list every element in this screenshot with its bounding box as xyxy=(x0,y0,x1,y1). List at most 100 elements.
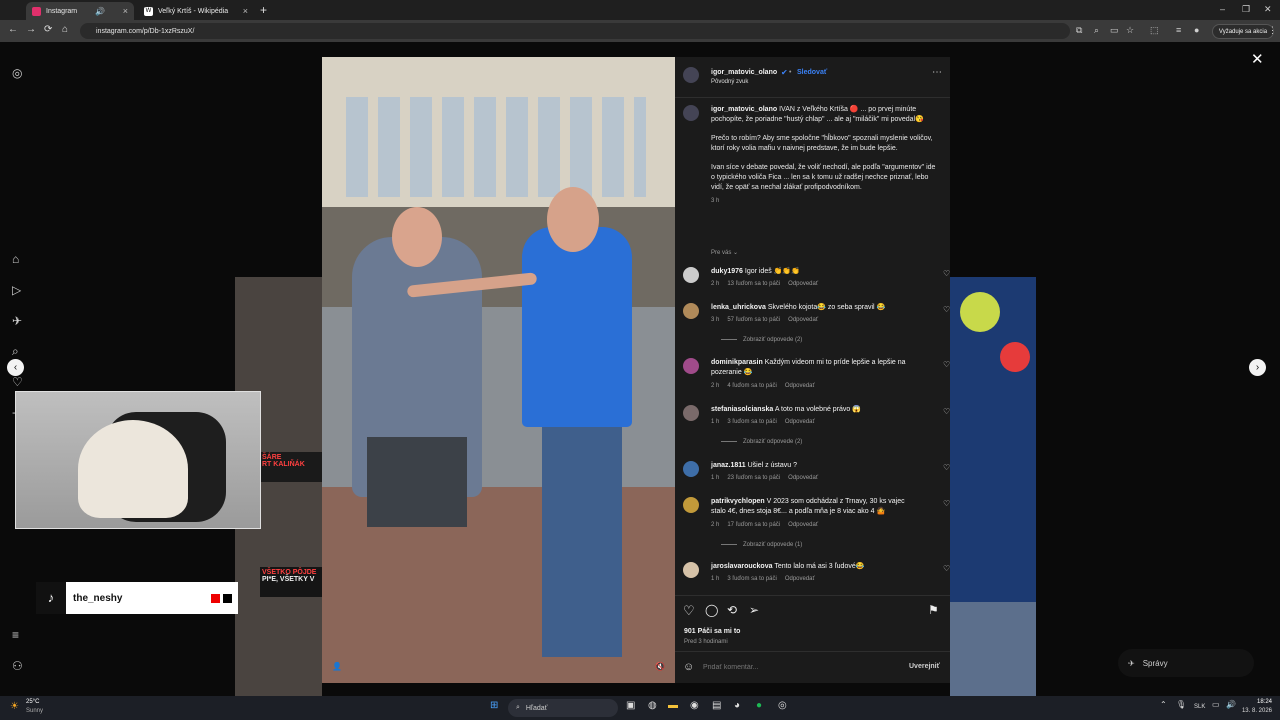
reply-button[interactable]: Odpovedať xyxy=(785,576,815,582)
home-icon[interactable]: ⌂ xyxy=(12,252,19,266)
task-view-icon[interactable]: ▣ xyxy=(626,700,635,711)
profile-avatar[interactable]: ● xyxy=(1194,25,1199,35)
comment-user[interactable]: stefaniasolcianska xyxy=(711,406,773,413)
comment-user[interactable]: duky1976 xyxy=(711,268,743,275)
obs-icon[interactable]: ◎ xyxy=(778,700,787,711)
chrome-icon[interactable]: ◉ xyxy=(690,700,699,711)
user-tag-icon[interactable]: 👤 xyxy=(332,662,342,671)
commenter-avatar[interactable] xyxy=(683,461,699,477)
comment-likes[interactable]: 3 ľuďom sa to páči xyxy=(727,419,776,425)
new-tab-icon[interactable]: + xyxy=(260,3,267,17)
browser-menu-icon[interactable]: ⋮ xyxy=(1268,25,1277,36)
commenter-avatar[interactable] xyxy=(683,562,699,578)
clock-date[interactable]: 13. 8. 2026 xyxy=(1232,708,1272,714)
reply-button[interactable]: Odpovedať xyxy=(788,281,818,287)
commenter-avatar[interactable] xyxy=(683,358,699,374)
discord-icon[interactable]: ◕ xyxy=(734,700,740,711)
media-control-icon[interactable]: ≡ xyxy=(1176,25,1181,35)
notifications-icon[interactable]: ♡ xyxy=(12,375,23,389)
messages-pill[interactable]: ✈ Správy xyxy=(1118,649,1254,677)
tray-chevron-icon[interactable]: ⌃ xyxy=(1160,700,1167,709)
commenter-avatar[interactable] xyxy=(683,497,699,513)
taskbar-search[interactable]: ⌕ Hľadať xyxy=(508,699,618,717)
audio-label[interactable]: Pôvodný zvuk xyxy=(711,79,748,85)
close-tab-icon[interactable]: × xyxy=(243,6,248,16)
network-icon[interactable]: ▭ xyxy=(1212,700,1220,709)
comment-filter-dropdown[interactable]: Pre vás ⌄ xyxy=(711,249,738,256)
bookmark-star-icon[interactable]: ☆ xyxy=(1126,25,1134,36)
url-field[interactable]: instagram.com/p/Db-1xzRszuX/ xyxy=(80,23,1070,39)
like-comment-icon[interactable]: ♡ xyxy=(943,407,950,416)
likes-count[interactable]: 901 Páči sa mi to xyxy=(684,628,740,635)
reply-button[interactable]: Odpovedať xyxy=(788,475,818,481)
comment-user[interactable]: jaroslavarouckova xyxy=(711,563,772,570)
extensions-icon[interactable]: ⬚ xyxy=(1150,25,1159,36)
caption-author-avatar[interactable] xyxy=(683,105,699,121)
follow-button[interactable]: Sledovať xyxy=(797,69,827,76)
comment-likes[interactable]: 13 ľuďom sa to páči xyxy=(727,281,780,287)
language-indicator[interactable]: SLK xyxy=(1194,704,1205,710)
comment-likes[interactable]: 57 ľuďom sa to páči xyxy=(727,317,780,323)
minimize-icon[interactable]: – xyxy=(1220,4,1225,14)
comment-user[interactable]: janaz.1811 xyxy=(711,462,746,469)
reply-button[interactable]: Odpovedať xyxy=(785,419,815,425)
like-comment-icon[interactable]: ♡ xyxy=(943,564,950,573)
like-comment-icon[interactable]: ♡ xyxy=(943,463,950,472)
tab-instagram[interactable]: Instagram 🔊 × xyxy=(26,2,134,20)
author-username[interactable]: igor_matovic_olano xyxy=(711,69,777,76)
comment-user[interactable]: lenka_uhrickova xyxy=(711,304,766,311)
close-window-icon[interactable]: ✕ xyxy=(1264,4,1272,15)
more-menu-icon[interactable]: ≡ xyxy=(12,628,19,642)
comment-user[interactable]: patrikvychlopen xyxy=(711,498,765,505)
comment-icon[interactable]: ◯ xyxy=(705,603,718,617)
comment-likes[interactable]: 3 ľuďom sa to páči xyxy=(727,576,776,582)
zoom-icon[interactable]: ⌕ xyxy=(1094,25,1099,36)
author-avatar[interactable] xyxy=(683,67,699,83)
post-video[interactable]: 👤 🔇 xyxy=(322,57,675,683)
tab-wikipedia[interactable]: W Veľký Krtíš - Wikipédia × xyxy=(138,2,254,20)
weather-temp[interactable]: 25°C xyxy=(26,699,39,705)
speaker-icon[interactable]: 🔊 xyxy=(95,7,105,16)
maximize-icon[interactable]: ❐ xyxy=(1242,4,1250,15)
like-comment-icon[interactable]: ♡ xyxy=(943,360,950,369)
emoji-icon[interactable]: ☺ xyxy=(683,661,694,673)
view-replies-button[interactable]: Zobraziť odpovede (2) xyxy=(721,337,802,343)
share-icon[interactable]: ➢ xyxy=(749,603,759,617)
like-comment-icon[interactable]: ♡ xyxy=(943,499,950,508)
mute-icon[interactable]: 🔇 xyxy=(655,662,665,671)
meta-icon[interactable]: ⚇ xyxy=(12,659,23,673)
instagram-logo-icon[interactable]: ◎ xyxy=(12,66,22,80)
reply-button[interactable]: Odpovedať xyxy=(788,317,818,323)
reels-icon[interactable]: ▷ xyxy=(12,283,21,297)
spotify-icon[interactable]: ● xyxy=(756,700,762,711)
save-bookmark-icon[interactable]: ⚑ xyxy=(928,603,939,617)
close-tab-icon[interactable]: × xyxy=(123,6,128,16)
reply-button[interactable]: Odpovedať xyxy=(785,383,815,389)
like-comment-icon[interactable]: ♡ xyxy=(943,269,950,278)
previous-post-button[interactable]: ‹ xyxy=(7,359,24,376)
windows-start-icon[interactable]: ⊞ xyxy=(490,700,498,711)
file-explorer-icon[interactable]: ▬ xyxy=(668,700,678,711)
back-icon[interactable]: ← xyxy=(8,24,18,35)
caption-author[interactable]: igor_matovic_olano xyxy=(711,106,777,113)
next-post-button[interactable]: › xyxy=(1249,359,1266,376)
clock-time[interactable]: 18:24 xyxy=(1238,699,1272,705)
comment-user[interactable]: dominikparasin xyxy=(711,359,763,366)
folder-icon[interactable]: ▤ xyxy=(712,700,721,711)
more-options-icon[interactable]: ⋯ xyxy=(932,67,942,78)
close-post-icon[interactable]: ✕ xyxy=(1251,50,1264,68)
comment-likes[interactable]: 4 ľuďom sa to páči xyxy=(727,383,776,389)
like-comment-icon[interactable]: ♡ xyxy=(943,305,950,314)
update-required-button[interactable]: Vyžaduje sa akcia xyxy=(1212,24,1274,39)
forward-icon[interactable]: → xyxy=(26,24,36,35)
repost-icon[interactable]: ⟲ xyxy=(727,603,737,617)
reload-icon[interactable]: ⟳ xyxy=(44,24,52,35)
translate-icon[interactable]: ⧉ xyxy=(1076,25,1082,36)
reply-button[interactable]: Odpovedať xyxy=(788,522,818,528)
like-icon[interactable]: ♡ xyxy=(683,603,695,619)
commenter-avatar[interactable] xyxy=(683,303,699,319)
publish-comment-button[interactable]: Uverejniť xyxy=(909,663,940,670)
view-replies-button[interactable]: Zobraziť odpovede (2) xyxy=(721,439,802,445)
comment-likes[interactable]: 23 ľuďom sa to páči xyxy=(727,475,780,481)
comment-input[interactable] xyxy=(703,660,893,674)
